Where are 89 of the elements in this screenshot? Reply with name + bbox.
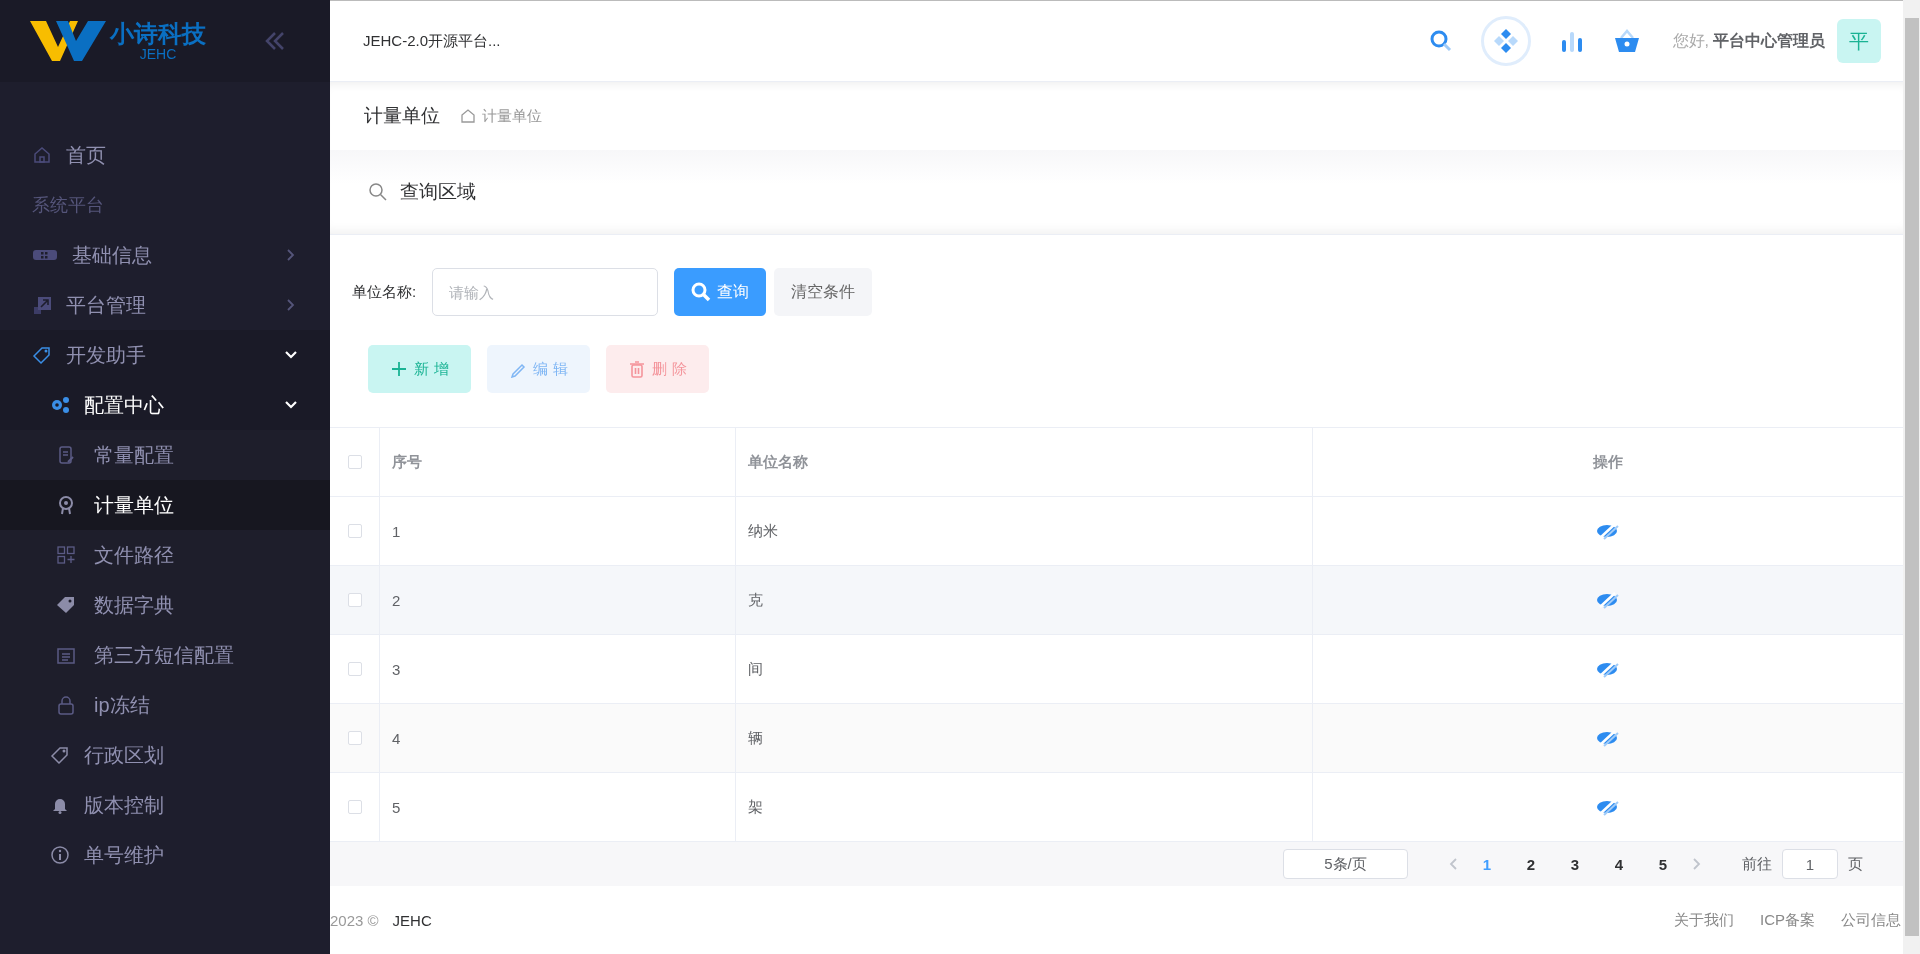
table-cell: 4 xyxy=(380,704,736,772)
badge-icon xyxy=(56,495,76,515)
tag-icon xyxy=(32,345,52,365)
house-icon[interactable] xyxy=(460,108,476,124)
greeting-text: 您好, xyxy=(1672,30,1709,51)
slashed-eye-icon[interactable] xyxy=(1595,522,1621,540)
table-cell: 3 xyxy=(380,635,736,703)
lock-icon xyxy=(56,695,76,715)
goto-field[interactable]: 1 xyxy=(1782,849,1838,879)
site-title: JEHC-2.0开源平台... xyxy=(363,31,501,51)
clear-button[interactable]: 清空条件 xyxy=(774,268,873,316)
footer-link[interactable]: 关于我们 xyxy=(1674,910,1734,930)
column-header: 操作 xyxy=(1592,451,1624,472)
search-button[interactable]: 查询 xyxy=(674,268,767,316)
footer-brand: JEHC xyxy=(392,911,432,929)
checkbox[interactable] xyxy=(347,455,362,469)
gears-icon xyxy=(50,395,70,415)
info-icon xyxy=(50,845,70,865)
search-icon xyxy=(368,182,388,202)
price-tag-icon xyxy=(56,595,76,615)
page-number[interactable]: 5 xyxy=(1646,855,1680,873)
basket-icon[interactable] xyxy=(1612,27,1641,55)
column-header: 单位名称 xyxy=(736,428,1313,496)
checkbox[interactable] xyxy=(347,593,362,607)
sidebar-item[interactable]: 开发助手 xyxy=(0,330,330,380)
goto-label: 前往 xyxy=(1742,854,1772,874)
sidebar-item[interactable]: 常量配置 xyxy=(0,430,330,480)
page-title: 计量单位 xyxy=(364,104,440,128)
goto-suffix: 页 xyxy=(1848,854,1863,874)
squares-plus-icon xyxy=(56,545,76,565)
table-cell: 架 xyxy=(736,773,1313,841)
checkbox[interactable] xyxy=(347,731,362,745)
resize-arrow-icon xyxy=(32,295,52,315)
table-cell: 1 xyxy=(380,497,736,565)
notepad-icon xyxy=(56,645,76,665)
checkbox[interactable] xyxy=(347,662,362,676)
user-name[interactable]: 平台中心管理员 xyxy=(1713,30,1825,52)
logo-subtitle: JEHC xyxy=(139,46,177,62)
column-header: 序号 xyxy=(380,428,736,496)
table-cell: 克 xyxy=(736,566,1313,634)
sidebar-item[interactable]: 第三方短信配置 xyxy=(0,630,330,680)
table-cell: 间 xyxy=(736,635,1313,703)
table-cell: 纳米 xyxy=(736,497,1313,565)
page-size-select[interactable]: 5条/页 xyxy=(1283,849,1408,879)
slashed-eye-icon[interactable] xyxy=(1595,798,1621,816)
logo-icon xyxy=(30,19,108,63)
search-icon[interactable] xyxy=(1428,29,1453,53)
footer-link[interactable]: 公司信息 xyxy=(1841,910,1901,930)
sidebar-item[interactable]: 配置中心 xyxy=(0,380,330,430)
table-cell: 5 xyxy=(380,773,736,841)
page-number[interactable]: 2 xyxy=(1514,855,1548,873)
table-cell: 辆 xyxy=(736,704,1313,772)
document-icon xyxy=(56,445,76,465)
slashed-eye-icon[interactable] xyxy=(1595,729,1621,747)
tag-icon xyxy=(50,745,70,765)
unit-name-field[interactable]: 请输入 xyxy=(432,268,659,316)
scrollbar[interactable] xyxy=(1905,18,1919,936)
collapse-icon[interactable] xyxy=(264,30,286,52)
sidebar-item[interactable]: 计量单位 xyxy=(0,480,330,530)
copyright-year: 2023 © xyxy=(330,911,379,929)
trash-icon xyxy=(628,360,646,378)
sidebar-item[interactable]: 基础信息 xyxy=(0,230,330,280)
plus-icon xyxy=(390,360,408,378)
footer-link[interactable]: ICP备案 xyxy=(1760,910,1815,930)
sidebar-item[interactable]: 首页 xyxy=(0,130,330,180)
checkbox[interactable] xyxy=(347,524,362,538)
breadcrumb-link[interactable]: 计量单位 xyxy=(482,106,542,126)
chevron-left-icon[interactable] xyxy=(1448,857,1460,871)
table-cell: 2 xyxy=(380,566,736,634)
sidebar-item[interactable]: 平台管理 xyxy=(0,280,330,330)
search-icon xyxy=(691,282,712,302)
sidebar-item[interactable]: ip冻结 xyxy=(0,680,330,730)
checkbox[interactable] xyxy=(347,800,362,814)
logo-title: 小诗科技 xyxy=(110,20,206,47)
slashed-eye-icon[interactable] xyxy=(1595,660,1621,678)
sidebar-item[interactable]: 版本控制 xyxy=(0,780,330,830)
section-label: 系统平台 xyxy=(31,194,105,217)
page-number[interactable]: 4 xyxy=(1602,855,1636,873)
sidebar-item[interactable]: 行政区划 xyxy=(0,730,330,780)
page-number[interactable]: 3 xyxy=(1558,855,1592,873)
sidebar-item[interactable]: 数据字典 xyxy=(0,580,330,630)
slashed-eye-icon[interactable] xyxy=(1595,591,1621,609)
sidebar-item[interactable]: 单号维护 xyxy=(0,830,330,880)
field-label: 单位名称: xyxy=(352,282,417,302)
chevron-right-icon[interactable] xyxy=(1690,857,1702,871)
query-title: 查询区域 xyxy=(400,180,476,204)
house-icon xyxy=(32,145,52,165)
sidebar-item[interactable]: 文件路径 xyxy=(0,530,330,580)
diamonds-button[interactable] xyxy=(1480,16,1531,66)
